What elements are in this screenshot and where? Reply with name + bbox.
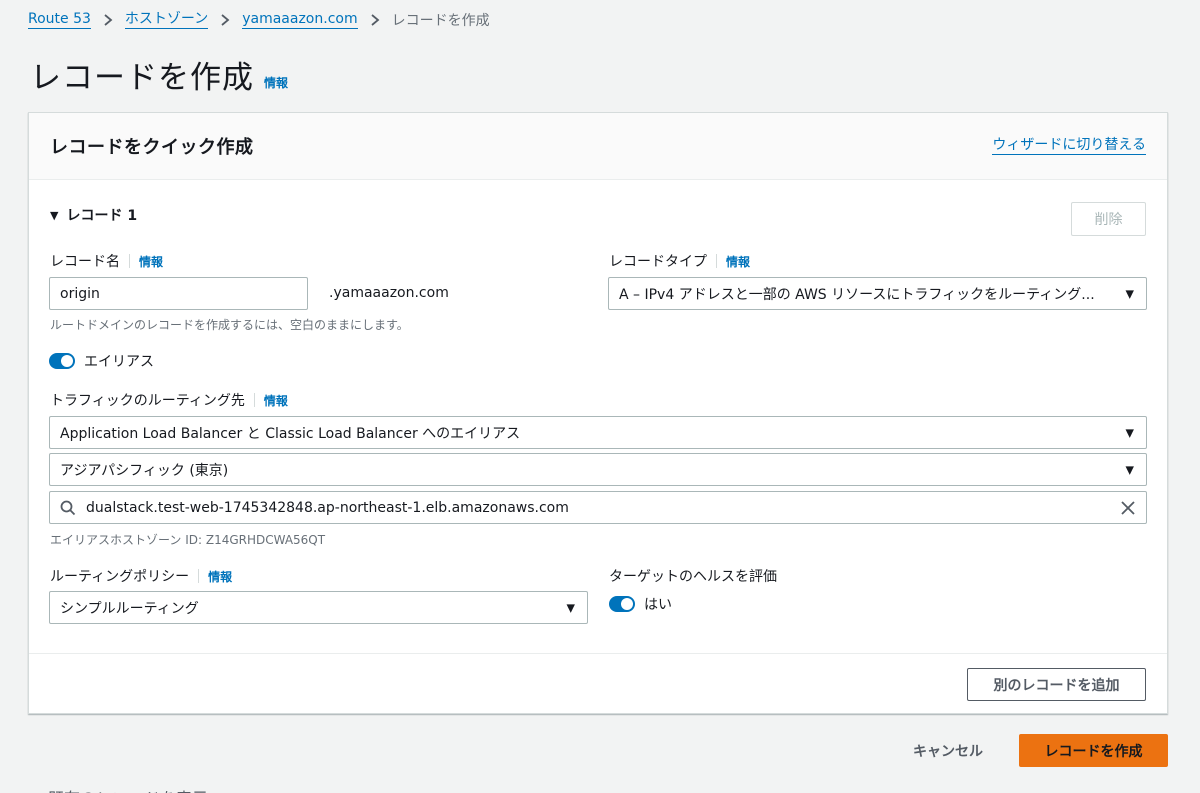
health-toggle-row[interactable]: はい bbox=[609, 594, 672, 614]
record-type-info-link[interactable]: 情報 bbox=[726, 253, 750, 270]
existing-records-heading: 既存のレコードを表示 bbox=[48, 785, 208, 793]
endpoint-search-input[interactable]: dualstack.test-web-1745342848.ap-northea… bbox=[49, 491, 1147, 524]
record-name-suffix: .yamaaazon.com bbox=[329, 285, 449, 301]
routing-policy-value: シンプルルーティング bbox=[60, 600, 199, 617]
hosted-zone-id-hint: エイリアスホストゾーン ID: Z14GRHDCWA56QT bbox=[50, 533, 326, 547]
route-target-info-link[interactable]: 情報 bbox=[264, 392, 288, 409]
switch-to-wizard-link[interactable]: ウィザードに切り替える bbox=[992, 137, 1146, 155]
region-value: アジアパシフィック (東京) bbox=[60, 462, 229, 479]
divider bbox=[253, 393, 255, 407]
panel-title: レコードをクイック作成 bbox=[50, 137, 254, 158]
alias-label: エイリアス bbox=[84, 354, 154, 370]
record-type-select[interactable]: A – IPv4 アドレスと一部の AWS リソースにトラフィックをルーティング… bbox=[608, 277, 1147, 310]
divider bbox=[198, 569, 200, 583]
quick-create-panel: レコードをクイック作成 ウィザードに切り替える ▼ レコード 1 削除 レコード… bbox=[28, 112, 1168, 714]
breadcrumb-zone[interactable]: yamaaazon.com bbox=[242, 11, 358, 29]
health-toggle-label: はい bbox=[644, 597, 672, 613]
record-name-hint: ルートドメインのレコードを作成するには、空白のままにします。 bbox=[50, 318, 409, 332]
panel-header: レコードをクイック作成 ウィザードに切り替える bbox=[29, 113, 1167, 180]
record-section-toggle[interactable]: ▼ レコード 1 bbox=[50, 205, 137, 225]
alias-toggle-row[interactable]: エイリアス bbox=[49, 351, 154, 371]
record-type-label-text: レコードタイプ bbox=[609, 254, 707, 270]
routing-policy-info-link[interactable]: 情報 bbox=[208, 568, 232, 585]
delete-record-button[interactable]: 削除 bbox=[1071, 202, 1146, 236]
caret-down-icon: ▼ bbox=[1125, 426, 1134, 439]
chevron-right-icon bbox=[220, 14, 230, 26]
endpoint-type-value: Application Load Balancer と Classic Load… bbox=[60, 425, 521, 442]
route-target-label: トラフィックのルーティング先 情報 bbox=[50, 390, 288, 410]
record-name-label-text: レコード名 bbox=[50, 254, 120, 270]
chevron-right-icon bbox=[370, 14, 380, 26]
region-select[interactable]: アジアパシフィック (東京) ▼ bbox=[49, 453, 1147, 486]
record-name-input[interactable]: origin bbox=[49, 277, 308, 310]
divider bbox=[716, 254, 717, 268]
breadcrumb-hosted-zones[interactable]: ホストゾーン bbox=[124, 11, 209, 29]
page-title: レコードを作成 bbox=[30, 60, 254, 96]
routing-policy-select[interactable]: シンプルルーティング ▼ bbox=[49, 591, 588, 624]
add-another-record-button[interactable]: 別のレコードを追加 bbox=[967, 668, 1146, 701]
caret-down-icon: ▼ bbox=[1125, 463, 1134, 476]
caret-down-icon: ▼ bbox=[50, 208, 59, 222]
breadcrumb: Route 53 ホストゾーン yamaaazon.com レコードを作成 bbox=[28, 10, 490, 30]
page-info-link[interactable]: 情報 bbox=[264, 74, 288, 91]
record-type-label: レコードタイプ 情報 bbox=[609, 251, 750, 271]
record-name-value: origin bbox=[60, 285, 100, 302]
routing-policy-label: ルーティングポリシー 情報 bbox=[50, 566, 232, 586]
divider bbox=[129, 254, 130, 268]
breadcrumb-route53[interactable]: Route 53 bbox=[28, 11, 91, 29]
clear-icon[interactable] bbox=[1120, 500, 1136, 520]
endpoint-value: dualstack.test-web-1745342848.ap-northea… bbox=[86, 499, 569, 516]
caret-down-icon: ▼ bbox=[1125, 287, 1134, 300]
record-name-info-link[interactable]: 情報 bbox=[139, 253, 163, 270]
caret-down-icon: ▼ bbox=[566, 601, 575, 614]
chevron-right-icon bbox=[103, 14, 113, 26]
route-target-label-text: トラフィックのルーティング先 bbox=[50, 393, 245, 409]
create-record-button[interactable]: レコードを作成 bbox=[1019, 734, 1168, 767]
routing-policy-label-text: ルーティングポリシー bbox=[50, 569, 190, 585]
search-icon bbox=[60, 500, 76, 520]
endpoint-type-select[interactable]: Application Load Balancer と Classic Load… bbox=[49, 416, 1147, 449]
breadcrumb-current: レコードを作成 bbox=[391, 13, 490, 29]
alias-toggle[interactable] bbox=[49, 353, 75, 369]
record-name-label: レコード名 情報 bbox=[50, 251, 163, 271]
record-type-value: A – IPv4 アドレスと一部の AWS リソースにトラフィックをルーティング… bbox=[619, 286, 1095, 303]
health-label: ターゲットのヘルスを評価 bbox=[609, 569, 777, 585]
cancel-button[interactable]: キャンセル bbox=[913, 741, 983, 761]
page-header: レコードを作成 情報 bbox=[30, 52, 288, 97]
record-heading: レコード 1 bbox=[66, 208, 138, 224]
health-toggle[interactable] bbox=[609, 596, 635, 612]
